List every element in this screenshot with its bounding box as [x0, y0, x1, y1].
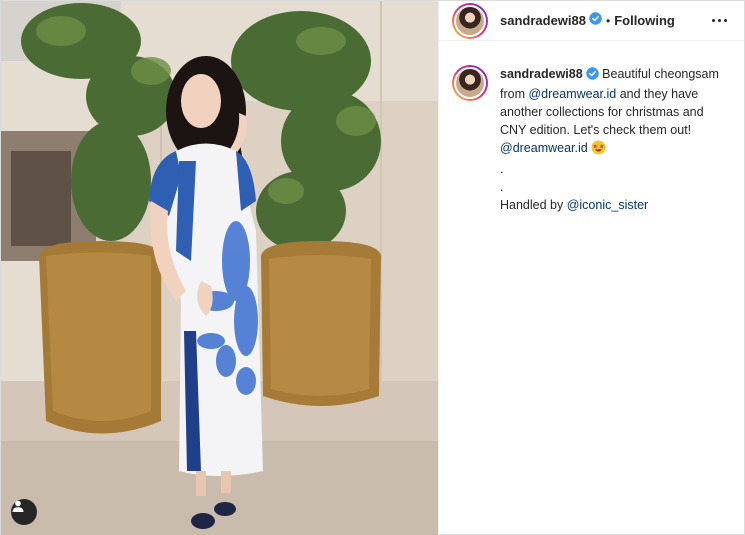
profile-picture: [454, 4, 486, 37]
more-options-icon[interactable]: [708, 15, 731, 26]
separator-dot: •: [606, 13, 611, 28]
header-username[interactable]: sandradewi88: [500, 13, 586, 28]
verified-badge-icon: [589, 11, 602, 30]
mention-link-2[interactable]: @dreamwear.id: [500, 141, 588, 155]
caption-avatar[interactable]: [452, 65, 488, 101]
caption-username[interactable]: sandradewi88: [500, 67, 583, 81]
mention-link-3[interactable]: @iconic_sister: [567, 198, 648, 212]
caption-text: sandradewi88 Beautiful cheongsam from @d…: [500, 65, 730, 214]
user-tag-icon[interactable]: [11, 499, 37, 525]
caption-area: sandradewi88 Beautiful cheongsam from @d…: [439, 41, 744, 214]
star-struck-emoji-icon: [591, 140, 606, 160]
handled-by-text: Handled by: [500, 198, 567, 212]
caption-dot-1: .: [500, 162, 504, 176]
post-image: [1, 1, 438, 535]
following-button[interactable]: Following: [614, 13, 675, 28]
caption-dot-2: .: [500, 180, 504, 194]
post-header: sandradewi88 • Following: [439, 1, 744, 41]
avatar[interactable]: [452, 2, 488, 39]
caption-profile-picture: [454, 67, 486, 99]
instagram-post: sandradewi88 • Following sandradewi88 Be…: [0, 0, 745, 535]
post-side-panel: sandradewi88 • Following sandradewi88 Be…: [438, 1, 744, 535]
mention-link-1[interactable]: @dreamwear.id: [528, 87, 616, 101]
caption-verified-badge-icon: [585, 67, 599, 85]
post-photo[interactable]: [1, 1, 438, 535]
